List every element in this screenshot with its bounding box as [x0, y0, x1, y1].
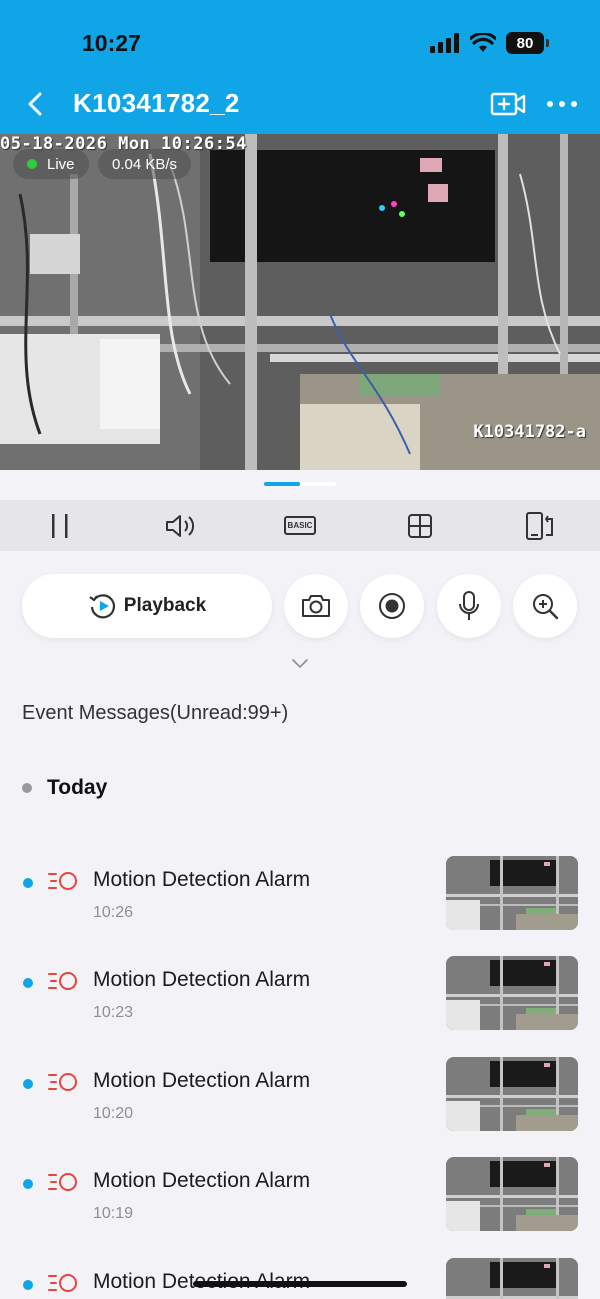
- event-time: 10:20: [93, 1105, 134, 1122]
- signal-icon: [430, 33, 459, 53]
- event-item[interactable]: Motion Detection Alarm 10:20: [0, 1057, 600, 1147]
- wifi-icon: [470, 33, 496, 52]
- page-indicator-active: [264, 482, 300, 486]
- event-item[interactable]: Motion Detection Alarm 10:19: [0, 1157, 600, 1247]
- event-time: 10:26: [93, 904, 134, 921]
- date-group-label: Today: [47, 776, 108, 799]
- live-indicator-dot: [27, 159, 37, 169]
- event-title: Motion Detection Alarm: [93, 868, 311, 891]
- unread-dot: [23, 878, 33, 888]
- motion-alarm-icon: [48, 1274, 77, 1292]
- quality-label: BASIC: [283, 516, 317, 535]
- zoom-button[interactable]: [513, 574, 577, 638]
- unread-dot: [23, 978, 33, 988]
- event-item[interactable]: Motion Detection Alarm 10:26: [0, 856, 600, 946]
- home-indicator[interactable]: [193, 1281, 407, 1287]
- motion-alarm-icon: [48, 972, 77, 990]
- microphone-icon: [459, 591, 479, 620]
- unread-dot: [23, 1179, 33, 1189]
- motion-alarm-icon: [48, 872, 77, 890]
- event-title: Motion Detection Alarm: [93, 1069, 311, 1092]
- nav-bar: K10341782_2: [0, 78, 600, 130]
- camera-title: K10341782_2: [73, 88, 240, 118]
- live-label: Live: [47, 155, 75, 173]
- page-indicator: [264, 482, 336, 486]
- camera-icon: [302, 595, 330, 617]
- quality-button[interactable]: BASIC: [280, 506, 320, 546]
- talk-button[interactable]: [437, 574, 501, 638]
- event-thumbnail[interactable]: [446, 1157, 578, 1231]
- more-options-icon[interactable]: [545, 90, 579, 118]
- record-button[interactable]: [360, 574, 424, 638]
- event-time: 10:23: [93, 1004, 134, 1021]
- unread-dot: [23, 1079, 33, 1089]
- live-video-view[interactable]: 05-18-2026 Mon 10:26:54 K10341782-a Live…: [0, 134, 600, 470]
- group-dot: [22, 783, 32, 793]
- bitrate-value: 0.04 KB/s: [112, 155, 178, 173]
- chevron-down-icon[interactable]: [290, 656, 310, 672]
- rotate-screen-icon: [526, 511, 553, 540]
- date-group-header: Today: [22, 776, 107, 800]
- grid-icon: [408, 513, 432, 538]
- event-thumbnail[interactable]: [446, 856, 578, 930]
- snapshot-button[interactable]: [284, 574, 348, 638]
- rotate-screen-button[interactable]: [520, 506, 560, 546]
- battery-level: 80: [516, 34, 534, 52]
- playback-label: Playback: [123, 595, 207, 616]
- playback-icon: [89, 594, 115, 619]
- event-title: Motion Detection Alarm: [93, 1169, 311, 1192]
- pause-button[interactable]: [40, 506, 80, 546]
- add-camera-icon[interactable]: [490, 90, 526, 118]
- status-time: 10:27: [82, 30, 141, 56]
- unread-dot: [23, 1280, 33, 1290]
- live-badge: Live: [13, 149, 89, 179]
- zoom-in-icon: [533, 594, 559, 620]
- back-icon[interactable]: [22, 90, 50, 118]
- record-icon: [379, 593, 405, 619]
- event-item[interactable]: Motion Detection Alarm 10:23: [0, 956, 600, 1046]
- video-frame-image: [0, 134, 600, 470]
- event-thumbnail[interactable]: [446, 1258, 578, 1299]
- battery-icon: 80: [506, 32, 549, 54]
- multi-view-button[interactable]: [400, 506, 440, 546]
- pause-icon: [52, 513, 68, 538]
- playback-button[interactable]: Playback: [22, 574, 272, 638]
- event-messages-title: Event Messages(Unread:99+): [22, 702, 289, 724]
- video-toolbar: BASIC: [0, 500, 600, 551]
- event-time: 10:19: [93, 1205, 134, 1222]
- video-camera-name-overlay: K10341782-a: [473, 422, 586, 442]
- audio-button[interactable]: [160, 506, 200, 546]
- app-header: 10:27 80 K10341782_2: [0, 0, 600, 134]
- motion-alarm-icon: [48, 1173, 77, 1191]
- event-title: Motion Detection Alarm: [93, 968, 311, 991]
- motion-alarm-icon: [48, 1073, 77, 1091]
- event-thumbnail[interactable]: [446, 1057, 578, 1131]
- speaker-icon: [166, 514, 195, 537]
- bitrate-badge: 0.04 KB/s: [98, 149, 192, 179]
- status-indicators: 80: [430, 32, 549, 54]
- event-thumbnail[interactable]: [446, 956, 578, 1030]
- page-indicator-inactive: [300, 482, 336, 486]
